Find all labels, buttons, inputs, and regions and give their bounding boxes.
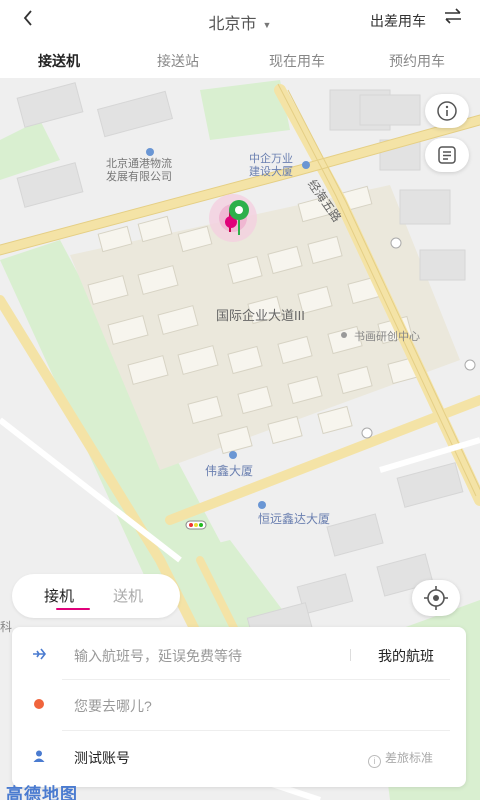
map-label-hengyuan: 恒远鑫达大厦 <box>258 512 331 526</box>
map-label-center: 书画研创中心 <box>354 331 420 343</box>
notes-button[interactable] <box>425 138 469 172</box>
map-label-company2: 中企万业 建设大厦 <box>249 153 293 179</box>
info-icon <box>437 101 457 121</box>
destination-input[interactable]: 您要去哪儿? <box>74 696 152 716</box>
tab-reserve[interactable]: 预约用车 <box>389 51 445 71</box>
info-button[interactable] <box>425 94 469 128</box>
locate-icon <box>424 586 448 610</box>
flight-number-input[interactable]: 输入航班号，延误免费等待 <box>74 646 242 666</box>
destination-row: 您要去哪儿? <box>12 679 466 731</box>
travel-standard-link[interactable]: i 差旅标准 <box>368 749 433 768</box>
booking-form: 输入航班号，延误免费等待 我的航班 您要去哪儿? 测试账号 i 差旅标准 <box>12 627 466 787</box>
info-small-icon: i <box>368 755 381 768</box>
passenger-row: 测试账号 i 差旅标准 <box>12 731 466 783</box>
passenger-account[interactable]: 测试账号 <box>74 748 130 768</box>
swap-button[interactable] <box>444 8 462 29</box>
user-icon <box>32 749 46 763</box>
map-brand-logo: 高德地图 <box>6 785 78 800</box>
vertical-divider <box>350 649 351 661</box>
service-tabs: 接送机 接送站 现在用车 预约用车 <box>0 40 480 78</box>
tab-pickup[interactable]: 接机 <box>44 585 74 606</box>
tab-dropoff[interactable]: 送机 <box>113 585 143 606</box>
tab-now[interactable]: 现在用车 <box>269 51 325 71</box>
notes-icon <box>438 146 456 164</box>
tab-airport[interactable]: 接送机 <box>38 51 80 71</box>
chevron-left-icon <box>23 10 32 26</box>
back-button[interactable] <box>22 9 34 33</box>
my-flights-button[interactable]: 我的航班 <box>378 646 434 666</box>
map-label-line: 发展有限公司 <box>106 171 172 183</box>
pickup-dropoff-toggle: 接机 送机 <box>12 574 180 618</box>
map-label-line: 中企万业 <box>249 153 293 165</box>
tab-station[interactable]: 接送站 <box>157 51 199 71</box>
swap-icon <box>445 8 461 24</box>
active-tab-indicator <box>56 608 90 610</box>
map-label-company1: 北京通港物流 发展有限公司 <box>106 158 172 184</box>
top-bar: 北京市 ▼ 出差用车 <box>0 0 480 40</box>
flight-row: 输入航班号，延误免费等待 我的航班 <box>12 629 466 681</box>
map-label-edge: 科 <box>0 620 13 634</box>
destination-dot-icon <box>32 697 46 711</box>
business-trip-button[interactable]: 出差用车 <box>370 11 426 31</box>
map-label-plaza: 国际企业大道III <box>216 308 305 323</box>
map-label-weixin: 伟鑫大厦 <box>205 464 254 478</box>
travel-standard-label: 差旅标准 <box>385 751 434 765</box>
map-label-line: 建设大厦 <box>249 166 293 178</box>
locate-button[interactable] <box>412 580 460 616</box>
city-selector-hit[interactable] <box>200 6 280 34</box>
plane-icon <box>32 647 46 661</box>
map-label-line: 北京通港物流 <box>106 158 172 170</box>
